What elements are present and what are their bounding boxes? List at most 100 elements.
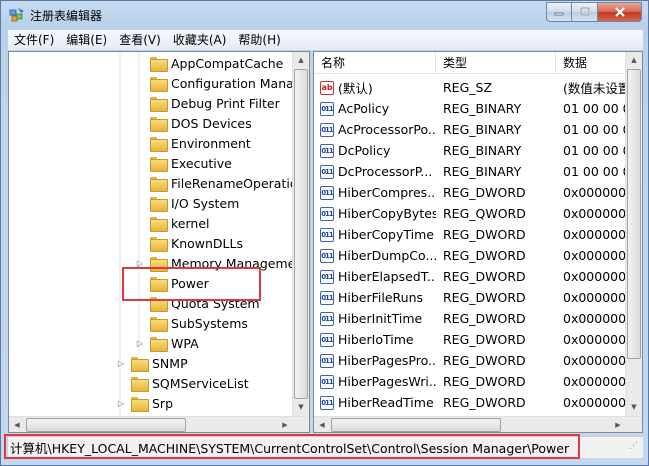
list-horizontal-scrollbar[interactable]: ◀ ▶ — [314, 416, 642, 432]
close-button[interactable] — [598, 2, 642, 22]
scroll-down-arrow-icon[interactable]: ▼ — [626, 399, 642, 415]
close-icon — [614, 7, 625, 17]
value-name: HiberInitTime — [338, 311, 423, 326]
value-name-cell: 011 HiberPagesPro... — [314, 353, 436, 368]
tree-hscroll-thumb[interactable] — [26, 418, 186, 432]
value-data: 0x0000000 — [563, 332, 635, 347]
binary-value-icon: 011 — [320, 101, 334, 116]
list-vertical-scrollbar[interactable]: ▲ ▼ — [625, 52, 642, 416]
column-name[interactable]: 名称 — [314, 52, 436, 74]
value-name: HiberPagesWri... — [338, 374, 436, 389]
value-data: 01 00 00 0 — [563, 101, 631, 116]
value-name: HiberCopyBytes — [338, 206, 436, 221]
scroll-right-arrow-icon[interactable]: ▶ — [277, 417, 293, 432]
tree-horizontal-scrollbar[interactable]: ◀ ▶ — [9, 416, 309, 432]
minimize-button[interactable] — [546, 2, 572, 22]
maximize-button[interactable] — [572, 2, 598, 22]
registry-tree[interactable]: AppCompatCache Configuration Manag Debug P… — [8, 51, 310, 433]
menu-file[interactable]: 文件(F) — [8, 30, 60, 50]
scroll-left-arrow-icon[interactable]: ◀ — [314, 417, 330, 432]
list-item[interactable]: 011 AcProcessorPo... REG_BINARY 01 00 00 0 — [314, 119, 636, 140]
list-item[interactable]: 011 HiberPagesPro... REG_DWORD 0x0000000 — [314, 350, 636, 371]
list-item[interactable]: 011 DcProcessorP... REG_BINARY 01 00 00 0 — [314, 161, 636, 182]
value-type: REG_DWORD — [443, 374, 526, 389]
tree-vertical-scrollbar[interactable]: ▲ ▼ — [292, 52, 309, 416]
value-data: (数值未设置 — [563, 81, 631, 96]
value-name: HiberFileRuns — [338, 290, 424, 305]
list-item[interactable]: 011 HiberCompres... REG_DWORD 0x0000000 — [314, 182, 636, 203]
binary-value-icon: 011 — [320, 374, 334, 389]
scroll-up-arrow-icon[interactable]: ▲ — [626, 52, 642, 68]
value-data: 0x0000000 — [563, 353, 635, 368]
value-name: HiberReadTime — [338, 395, 434, 410]
value-name-cell: 011 HiberPagesWri... — [314, 374, 436, 389]
scroll-up-arrow-icon[interactable]: ▲ — [293, 52, 309, 68]
value-name: DcProcessorP... — [338, 164, 433, 179]
value-type: REG_SZ — [443, 80, 493, 95]
list-item[interactable]: 011 HiberDumpCo... REG_DWORD 0x0000000 — [314, 245, 636, 266]
value-name: HiberCompres... — [338, 185, 436, 200]
value-name: HiberCopyTime — [338, 227, 434, 242]
list-item[interactable]: 011 HiberReadTime REG_DWORD 0x0000000 — [314, 392, 636, 413]
value-data: 0x0000000 — [563, 395, 635, 410]
binary-value-icon: 011 — [320, 164, 334, 179]
value-name: HiberPagesPro... — [338, 353, 436, 368]
list-item[interactable]: 011 AcPolicy REG_BINARY 01 00 00 0 — [314, 98, 636, 119]
list-item[interactable]: ab (默认) REG_SZ (数值未设置 — [314, 77, 636, 98]
binary-value-icon: 011 — [320, 227, 334, 242]
binary-value-icon: 011 — [320, 143, 334, 158]
value-type: REG_BINARY — [443, 143, 522, 158]
scroll-left-arrow-icon[interactable]: ◀ — [9, 417, 25, 432]
list-item[interactable]: 011 HiberFileRuns REG_DWORD 0x0000000 — [314, 287, 636, 308]
value-name: (默认) — [338, 81, 373, 96]
value-type: REG_DWORD — [443, 332, 526, 347]
list-item[interactable]: 011 DcPolicy REG_BINARY 01 00 00 0 — [314, 140, 636, 161]
scroll-right-arrow-icon[interactable]: ▶ — [610, 417, 626, 432]
binary-value-icon: 011 — [320, 395, 334, 410]
value-name-cell: 011 DcProcessorP... — [314, 164, 436, 179]
menu-view[interactable]: 查看(V) — [113, 30, 167, 50]
value-data: 0x0000000 — [563, 185, 635, 200]
value-type: REG_BINARY — [443, 101, 522, 116]
binary-value-icon: 011 — [320, 248, 334, 263]
regedit-app-icon — [9, 8, 24, 22]
list-scroll-thumb[interactable] — [627, 69, 641, 359]
list-item[interactable]: 011 HiberPagesWri... REG_DWORD 0x0000000 — [314, 371, 636, 392]
column-type[interactable]: 类型 — [436, 52, 556, 74]
value-name-cell: 011 HiberElapsedT... — [314, 269, 436, 284]
binary-value-icon: 011 — [320, 332, 334, 347]
list-item[interactable]: 011 HiberInitTime REG_DWORD 0x0000000 — [314, 308, 636, 329]
value-type: REG_BINARY — [443, 164, 522, 179]
value-data: 01 00 00 0 — [563, 122, 631, 137]
value-name: DcPolicy — [338, 143, 391, 158]
list-item[interactable]: 011 HiberCopyTime REG_DWORD 0x0000000 — [314, 224, 636, 245]
value-type: REG_DWORD — [443, 290, 526, 305]
scroll-down-arrow-icon[interactable]: ▼ — [293, 399, 309, 415]
binary-value-icon: 011 — [320, 269, 334, 284]
resize-grip-icon[interactable]: ⋰ — [629, 442, 641, 456]
value-type: REG_DWORD — [443, 395, 526, 410]
value-name: AcPolicy — [338, 101, 390, 116]
title-bar[interactable]: 注册表编辑器 — [1, 1, 648, 29]
menu-help[interactable]: 帮助(H) — [232, 30, 286, 50]
menu-edit[interactable]: 编辑(E) — [60, 30, 113, 50]
value-name-cell: 011 HiberCopyTime — [314, 227, 436, 242]
list-item[interactable]: 011 HiberElapsedT... REG_DWORD 0x0000000 — [314, 266, 636, 287]
maximize-icon — [579, 7, 590, 16]
value-type: REG_DWORD — [443, 353, 526, 368]
value-name-cell: 011 HiberIoTime — [314, 332, 436, 347]
list-item[interactable]: 011 HiberIoTime REG_DWORD 0x0000000 — [314, 329, 636, 350]
values-list[interactable]: 名称 类型 数据 ab (默认) REG_SZ (数值未设置 011 AcPolicy RE… — [313, 51, 643, 433]
value-name-cell: 011 HiberCopyBytes — [314, 206, 436, 221]
menu-bar: 文件(F) 编辑(E) 查看(V) 收藏夹(A) 帮助(H) — [8, 30, 643, 50]
tree-scroll-thumb[interactable] — [294, 69, 308, 399]
menu-favorites[interactable]: 收藏夹(A) — [167, 30, 233, 50]
value-name-cell: 011 AcPolicy — [314, 101, 436, 116]
list-hscroll-thumb[interactable] — [331, 418, 501, 432]
column-data[interactable]: 数据 — [556, 52, 626, 74]
minimize-icon — [554, 12, 564, 16]
window-title: 注册表编辑器 — [30, 9, 103, 23]
list-item[interactable]: 011 HiberCopyBytes REG_QWORD 0x0000000 — [314, 203, 636, 224]
value-name-cell: 011 DcPolicy — [314, 143, 436, 158]
string-value-icon: ab — [320, 80, 334, 95]
